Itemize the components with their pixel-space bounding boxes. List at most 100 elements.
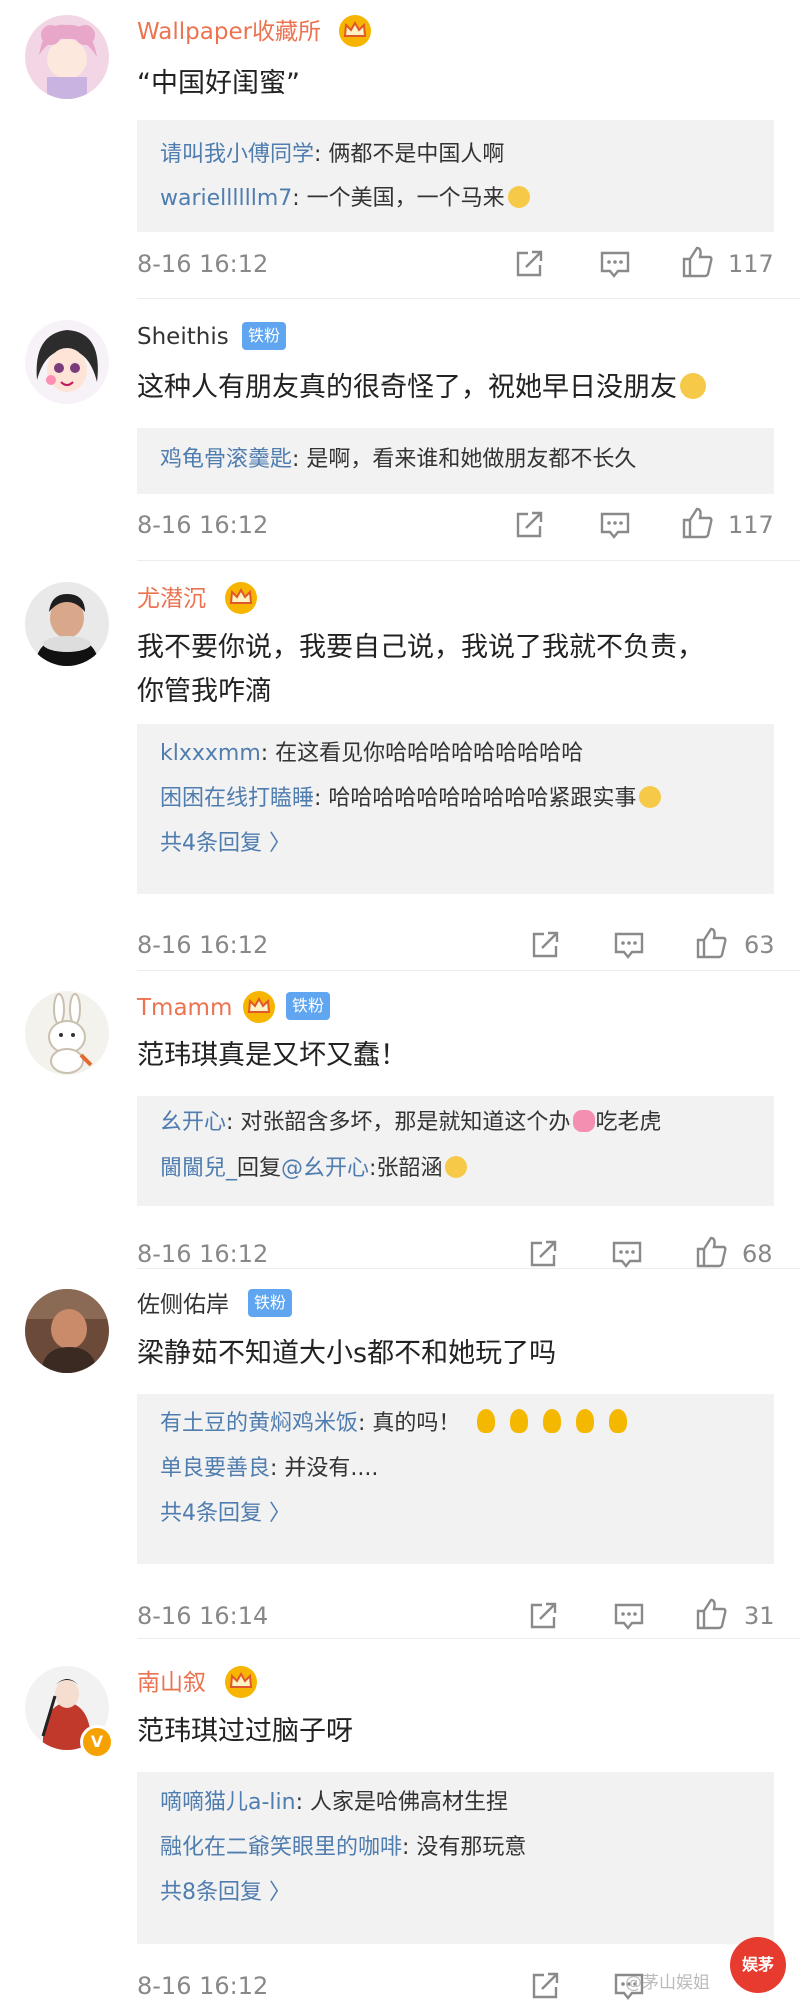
reply-box[interactable]: klxxxmm: 在这看见你哈哈哈哈哈哈哈哈哈 困困在线打瞌睡: 哈哈哈哈哈哈哈… (137, 724, 774, 894)
reply-text: :张韶涵 (369, 1156, 443, 1181)
reply-text: : 一个美国，一个马来 (292, 186, 505, 211)
fan-badge: 铁粉 (286, 992, 331, 1020)
avatar[interactable] (25, 1289, 109, 1373)
cat-emoji-icon (507, 186, 530, 208)
smile-emoji-icon (680, 373, 706, 399)
reply-text: 回复 (237, 1156, 282, 1181)
share-icon[interactable] (512, 247, 546, 281)
lightbulb-icon (477, 1409, 496, 1433)
reply-text: : 是啊，看来谁和她做朋友都不长久 (292, 447, 637, 472)
comment-text: 梁静茹不知道大小s都不和她玩了吗 (137, 1338, 557, 1369)
share-icon[interactable] (526, 1599, 560, 1633)
reply-box[interactable]: 嘀嘀猫儿a-lin: 人家是哈佛高材生捏 融化在二爺笑眼里的咖啡: 没有那玩意 … (137, 1772, 774, 1944)
reply-line: 嘀嘀猫儿a-lin: 人家是哈佛高材生捏 (160, 1788, 508, 1818)
reply-text: : 人家是哈佛高材生捏 (295, 1790, 508, 1815)
more-replies-link[interactable]: 共4条回复 〉 (160, 1499, 291, 1529)
divider (137, 560, 800, 561)
reply-box[interactable]: 鸡龟骨滚羹匙: 是啊，看来谁和她做朋友都不长久 (137, 428, 774, 494)
reply-line: 有土豆的黄焖鸡米饭: 真的吗！ (160, 1409, 639, 1439)
like-icon[interactable] (680, 506, 714, 540)
comment-text: 我不要你说，我要自己说，我说了我就不负责， 你管我咋滴 (137, 632, 704, 707)
lightbulb-icon (609, 1409, 628, 1433)
like-count: 63 (744, 931, 775, 959)
lightbulb-icon (510, 1409, 529, 1433)
more-replies-link[interactable]: 共8条回复 〉 (160, 1878, 291, 1908)
reply-text: 吃老虎 (595, 1110, 662, 1135)
mention-link[interactable]: @幺开心 (281, 1156, 369, 1181)
divider (137, 298, 800, 299)
reply-text: : 并没有.... (270, 1456, 379, 1481)
reply-text: : 对张韶含多坏，那是就知道这个办 (226, 1110, 571, 1135)
comment-text: 这种人有朋友真的很奇怪了，祝她早日没朋友 (137, 366, 777, 410)
timestamp: 8-16 16:12 (137, 250, 269, 278)
reply-username[interactable]: 閫閫兒_ (160, 1156, 237, 1181)
reply-line: 閫閫兒_回复@幺开心:张韶涵 (160, 1154, 468, 1184)
reply-username[interactable]: 困困在线打瞌睡 (160, 786, 314, 811)
reply-box[interactable]: 幺开心: 对张韶含多坏，那是就知道这个办 吃老虎 閫閫兒_回复@幺开心:张韶涵 (137, 1096, 774, 1206)
like-count: 31 (744, 1602, 775, 1630)
lightbulb-icon (543, 1409, 562, 1433)
reply-username[interactable]: 请叫我小傅同学 (160, 142, 314, 167)
crown-icon (339, 15, 371, 47)
username[interactable]: Tmamm (137, 993, 232, 1023)
username[interactable]: Sheithis (137, 322, 229, 352)
reply-line: 融化在二爺笑眼里的咖啡: 没有那玩意 (160, 1833, 526, 1863)
reply-username[interactable]: 单良要善良 (160, 1456, 270, 1481)
divider (137, 1638, 800, 1639)
timestamp: 8-16 16:14 (137, 1602, 269, 1630)
like-icon[interactable] (680, 245, 714, 279)
avatar[interactable] (25, 991, 109, 1075)
comment-item: V 南山叙 范玮琪过过脑子呀 嘀嘀猫儿a-lin: 人家是哈佛高材生捏 融化在二… (0, 1640, 800, 2011)
reply-line: 幺开心: 对张韶含多坏，那是就知道这个办 吃老虎 (160, 1108, 661, 1138)
share-icon[interactable] (512, 508, 546, 542)
reply-username[interactable]: 融化在二爺笑眼里的咖啡 (160, 1835, 402, 1860)
username[interactable]: Wallpaper收藏所 (137, 17, 321, 47)
reply-box[interactable]: 请叫我小傅同学: 俩都不是中国人啊 wariellllllm7: 一个美国，一个… (137, 120, 774, 232)
avatar[interactable] (25, 582, 109, 666)
timestamp: 8-16 16:12 (137, 1972, 269, 2000)
like-count: 68 (742, 1240, 773, 1268)
share-icon[interactable] (528, 1969, 562, 2003)
avatar[interactable] (25, 320, 109, 404)
fan-badge: 铁粉 (242, 322, 287, 350)
username[interactable]: 尤潜沉 (137, 584, 206, 614)
crown-icon (225, 1666, 257, 1698)
more-replies-link[interactable]: 共4条回复 〉 (160, 829, 291, 859)
reply-username[interactable]: wariellllllm7 (160, 186, 292, 211)
comment-item: Wallpaper收藏所 “中国好闺蜜” 请叫我小傅同学: 俩都不是中国人啊 w… (0, 0, 800, 295)
reply-line: 困困在线打瞌睡: 哈哈哈哈哈哈哈哈哈哈紧跟实事 (160, 784, 662, 814)
share-icon[interactable] (526, 1237, 560, 1271)
like-icon[interactable] (694, 926, 728, 960)
share-icon[interactable] (528, 928, 562, 962)
reply-box[interactable]: 有土豆的黄焖鸡米饭: 真的吗！ 单良要善良: 并没有.... 共4条回复 〉 (137, 1394, 774, 1564)
comment-icon[interactable] (598, 508, 632, 542)
comment-item: 佐侧佑岸 铁粉 梁静茹不知道大小s都不和她玩了吗 有土豆的黄焖鸡米饭: 真的吗！… (0, 1270, 800, 1638)
reply-username[interactable]: 幺开心 (160, 1110, 226, 1135)
reply-username[interactable]: 有土豆的黄焖鸡米饭 (160, 1411, 358, 1436)
comment-feed: Wallpaper收藏所 “中国好闺蜜” 请叫我小傅同学: 俩都不是中国人啊 w… (0, 0, 800, 2011)
like-icon[interactable] (694, 1235, 728, 1269)
like-icon[interactable] (694, 1597, 728, 1631)
comment-icon[interactable] (612, 1599, 646, 1633)
comment-icon[interactable] (612, 928, 646, 962)
comment-icon[interactable] (598, 247, 632, 281)
timestamp: 8-16 16:12 (137, 511, 269, 539)
reply-line: 单良要善良: 并没有.... (160, 1454, 378, 1484)
reply-text: : 俩都不是中国人啊 (314, 142, 505, 167)
comment-icon[interactable] (610, 1237, 644, 1271)
crown-icon (225, 582, 257, 614)
comment-item: Sheithis 铁粉 这种人有朋友真的很奇怪了，祝她早日没朋友 鸡龟骨滚羹匙:… (0, 300, 800, 558)
fan-badge: 铁粉 (248, 1289, 293, 1317)
username[interactable]: 南山叙 (137, 1668, 206, 1698)
username[interactable]: 佐侧佑岸 (137, 1290, 229, 1320)
lightbulb-icon (576, 1409, 595, 1433)
reply-username[interactable]: 嘀嘀猫儿a-lin (160, 1790, 296, 1815)
avatar[interactable] (25, 15, 109, 99)
reply-username[interactable]: 鸡龟骨滚羹匙 (160, 447, 292, 472)
reply-username[interactable]: klxxxmm (160, 741, 261, 766)
reply-text: : 真的吗！ (358, 1411, 461, 1436)
like-count: 117 (728, 250, 774, 278)
reply-text: : 在这看见你哈哈哈哈哈哈哈哈哈 (260, 741, 584, 766)
reply-text: : 哈哈哈哈哈哈哈哈哈哈紧跟实事 (314, 786, 637, 811)
timestamp: 8-16 16:12 (137, 931, 269, 959)
